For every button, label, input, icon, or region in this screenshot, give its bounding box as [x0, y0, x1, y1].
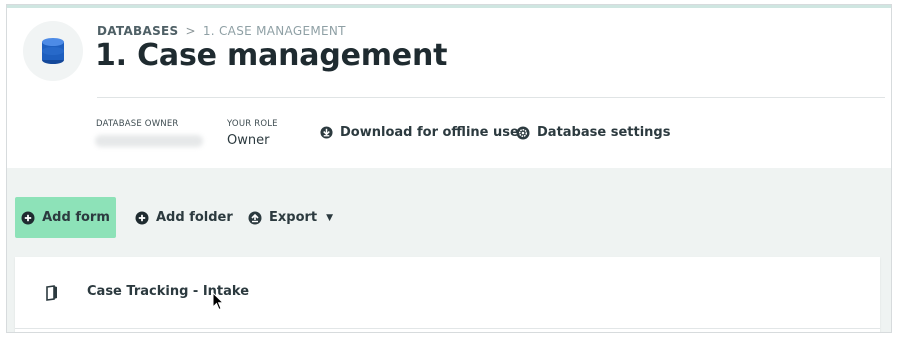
breadcrumb: DATABASES > 1. CASE MANAGEMENT — [97, 24, 346, 38]
breadcrumb-separator: > — [185, 24, 196, 38]
gear-icon — [516, 126, 530, 139]
export-button[interactable]: Export ▼ — [248, 210, 333, 225]
header-divider — [97, 97, 885, 98]
plus-circle-icon — [135, 211, 149, 224]
list-item[interactable]: Case Tracking - Intake — [15, 257, 880, 329]
add-folder-label: Add folder — [156, 210, 233, 225]
your-role-label: YOUR ROLE — [227, 119, 278, 129]
form-name: Case Tracking - Intake — [87, 284, 250, 299]
add-folder-button[interactable]: Add folder — [135, 210, 233, 225]
database-owner-label: DATABASE OWNER — [96, 119, 179, 129]
breadcrumb-databases-link[interactable]: DATABASES — [97, 24, 178, 38]
database-avatar — [23, 21, 83, 81]
download-offline-label: Download for offline use — [340, 125, 519, 140]
database-owner-value-redacted — [95, 135, 203, 147]
add-form-label: Add form — [42, 210, 110, 225]
caret-down-icon: ▼ — [326, 212, 334, 223]
form-icon — [46, 285, 57, 301]
top-accent-bar — [7, 5, 891, 8]
your-role-value: Owner — [227, 133, 270, 148]
download-offline-button[interactable]: Download for offline use — [320, 125, 519, 140]
form-list: Case Tracking - Intake — [15, 257, 880, 332]
app-window: DATABASES > 1. CASE MANAGEMENT 1. Case m… — [6, 4, 892, 333]
database-settings-label: Database settings — [537, 125, 671, 140]
plus-circle-icon — [21, 211, 35, 224]
add-form-button[interactable]: Add form — [15, 197, 116, 238]
export-label: Export — [269, 210, 318, 225]
database-settings-button[interactable]: Database settings — [516, 125, 670, 140]
database-icon — [42, 38, 64, 64]
download-icon — [320, 126, 333, 139]
page-title: 1. Case management — [95, 38, 448, 73]
mouse-cursor-icon — [212, 292, 224, 311]
breadcrumb-current: 1. CASE MANAGEMENT — [202, 24, 346, 38]
export-icon — [248, 211, 262, 224]
workspace-area: Add form Add folder Export ▼ Case Tracki… — [7, 168, 891, 332]
